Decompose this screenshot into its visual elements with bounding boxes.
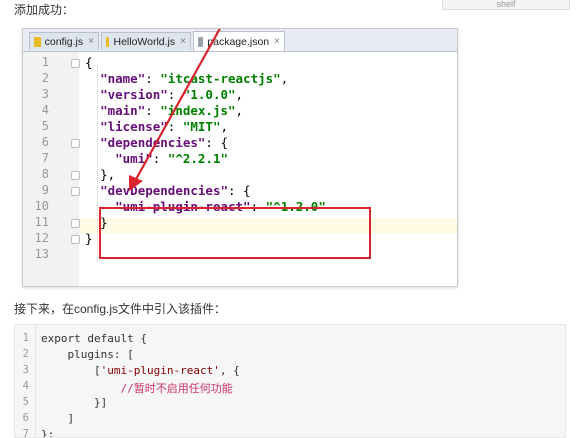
ide-screenshot: config.js × HelloWorld.js × package.json…: [22, 28, 458, 287]
line-number: 5: [22, 396, 29, 408]
code-line: plugins: [: [41, 348, 134, 361]
line-number: 2: [22, 348, 29, 360]
code-line: //暂时不启用任何功能: [41, 382, 233, 395]
code-line: ['umi-plugin-react', {: [41, 364, 240, 377]
red-arrow-annotation: [129, 29, 221, 191]
instruction-text: 接下来，在config.js文件中引入该插件：: [14, 302, 227, 316]
section-heading: 添加成功：: [14, 3, 75, 17]
corner-button[interactable]: shelf: [442, 0, 570, 10]
code-block-divider: [35, 325, 36, 437]
line-number: 4: [22, 380, 29, 392]
line-number: 7: [22, 428, 29, 438]
code-line: }]: [41, 396, 108, 409]
line-number: 3: [22, 364, 29, 376]
code-line: export default {: [41, 332, 147, 345]
code-line: };: [41, 428, 55, 438]
code-block: 1 2 3 4 5 6 7 export default { plugins: [ ['umi…: [14, 324, 566, 438]
code-line: ]: [41, 412, 75, 425]
line-number: 6: [22, 412, 29, 424]
string-literal: 'umi-plugin-react': [100, 364, 220, 377]
line-number: 1: [22, 332, 29, 344]
